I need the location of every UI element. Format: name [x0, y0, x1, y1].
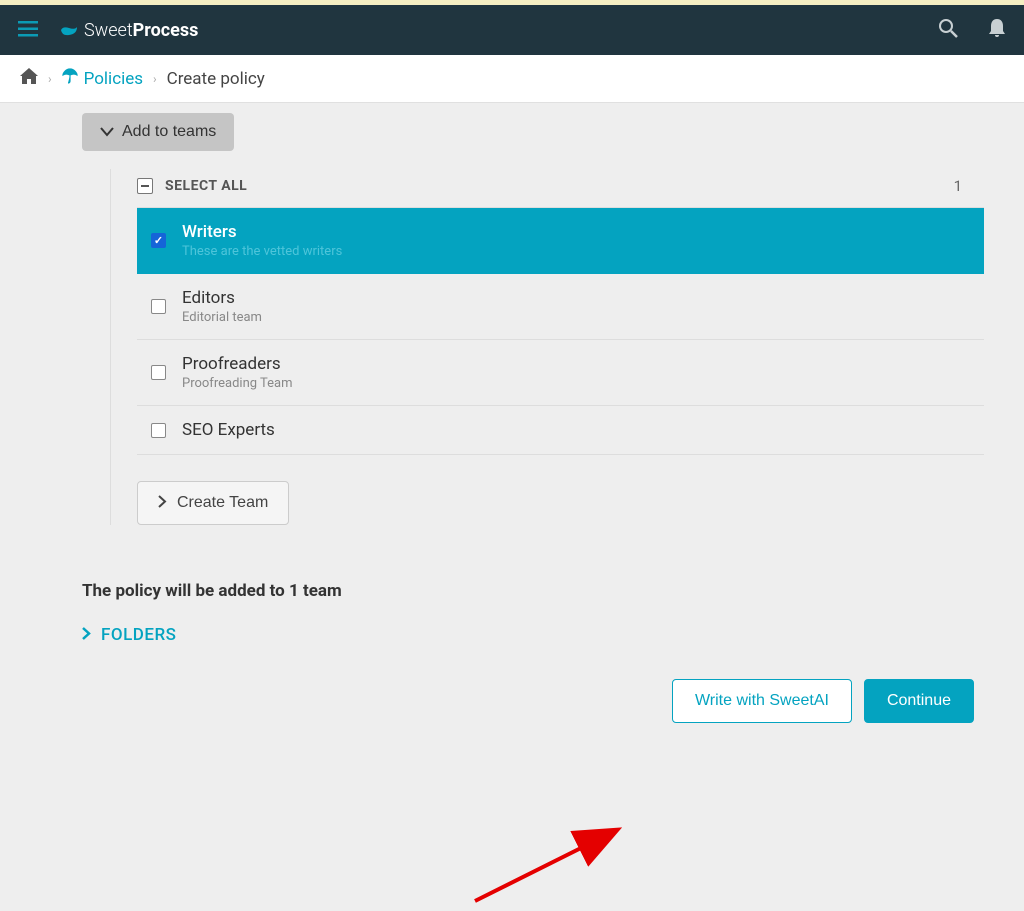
breadcrumb-current: Create policy [167, 69, 265, 89]
team-row-proofreaders[interactable]: Proofreaders Proofreading Team [137, 340, 984, 406]
team-row-writers[interactable]: ✓ Writers These are the vetted writers [137, 208, 984, 274]
team-name: Writers [182, 222, 342, 242]
summary-text: The policy will be added to 1 team [82, 581, 1024, 601]
team-row-editors[interactable]: Editors Editorial team [137, 274, 984, 340]
team-name: Proofreaders [182, 354, 293, 374]
create-team-label: Create Team [177, 494, 268, 512]
breadcrumb-policies-label: Policies [84, 69, 143, 89]
search-icon[interactable] [938, 18, 958, 42]
chevron-down-icon [100, 124, 114, 140]
team-description: Proofreading Team [182, 376, 293, 391]
team-description: These are the vetted writers [182, 244, 342, 259]
minus-icon [141, 185, 149, 187]
team-name: SEO Experts [182, 420, 275, 440]
folders-label: FOLDERS [101, 625, 176, 645]
check-icon: ✓ [154, 234, 163, 247]
select-all-checkbox[interactable] [137, 178, 153, 194]
umbrella-icon [62, 68, 78, 89]
team-name: Editors [182, 288, 262, 308]
folders-toggle[interactable]: FOLDERS [82, 625, 176, 645]
team-checkbox[interactable] [151, 365, 166, 380]
logo[interactable]: SweetProcess [58, 20, 198, 41]
team-description: Editorial team [182, 310, 262, 325]
logo-icon [58, 20, 78, 40]
app-header: SweetProcess [0, 5, 1024, 55]
bottom-buttons: Write with SweetAI Continue [0, 679, 974, 723]
add-to-teams-toggle[interactable]: Add to teams [82, 113, 234, 151]
create-team-button[interactable]: Create Team [137, 481, 289, 525]
chevron-right-icon [158, 495, 167, 511]
breadcrumb-policies-link[interactable]: Policies [62, 68, 143, 89]
teams-panel: SELECT ALL 1 ✓ Writers These are the vet… [110, 169, 984, 525]
breadcrumb-separator: › [48, 72, 52, 86]
select-all-row[interactable]: SELECT ALL 1 [137, 169, 984, 208]
write-with-ai-button[interactable]: Write with SweetAI [672, 679, 852, 723]
team-row-seo-experts[interactable]: SEO Experts [137, 406, 984, 455]
team-checkbox[interactable] [151, 299, 166, 314]
bell-icon[interactable] [988, 18, 1006, 42]
continue-button[interactable]: Continue [864, 679, 974, 723]
selected-count: 1 [954, 177, 962, 195]
annotation-arrow [465, 821, 635, 911]
team-checkbox[interactable]: ✓ [151, 233, 166, 248]
breadcrumb-separator: › [153, 72, 157, 86]
chevron-right-icon [82, 627, 91, 644]
logo-text: SweetProcess [84, 20, 198, 41]
select-all-label: SELECT ALL [165, 178, 247, 194]
breadcrumb: › Policies › Create policy [0, 55, 1024, 103]
team-checkbox[interactable] [151, 423, 166, 438]
home-icon[interactable] [20, 68, 38, 89]
add-to-teams-label: Add to teams [122, 123, 216, 141]
hamburger-menu-icon[interactable] [18, 18, 38, 43]
